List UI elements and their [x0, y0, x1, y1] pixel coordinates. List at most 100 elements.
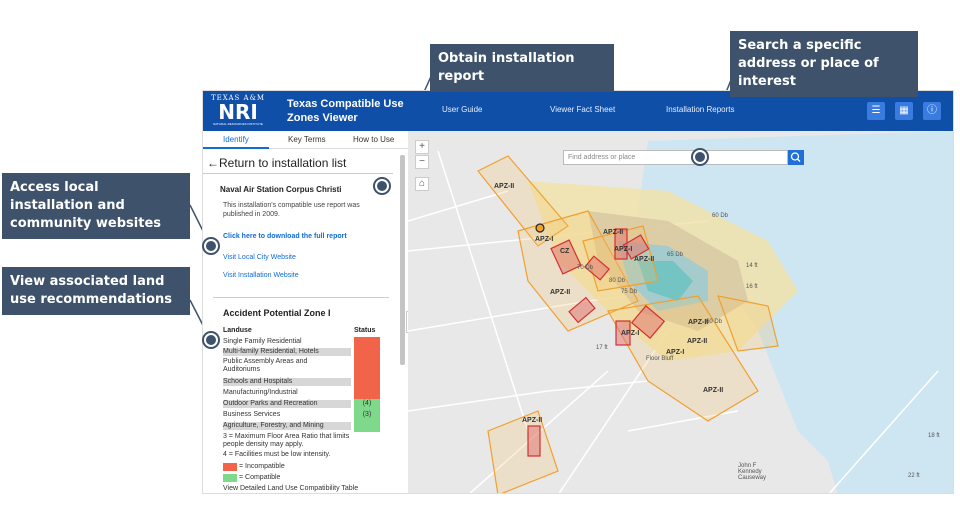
map-label-apz2: APZ-II: [687, 338, 708, 345]
landuse-name: Single Family Residential: [223, 338, 302, 345]
logo-main-text: NRI: [218, 100, 258, 124]
map-label-depth: 22 ft: [908, 473, 920, 479]
callout-obtain-report: Obtain installation report: [430, 44, 614, 92]
list-icon: ☰: [871, 105, 881, 116]
location-marker[interactable]: [535, 223, 545, 233]
landuse-status: [354, 347, 380, 357]
landuse-row: Public Assembly Areas and Auditoriums: [223, 357, 380, 377]
info-button[interactable]: ⓘ: [923, 102, 941, 120]
compatibility-table-link[interactable]: View Detailed Land Use Compatibility Tab…: [223, 485, 358, 492]
map-label-60db: 60 Db: [706, 319, 723, 325]
landuse-row: Outdoor Parks and Recreation (4): [223, 399, 380, 410]
grid-icon: ▦: [899, 105, 909, 116]
home-icon: ⌂: [418, 178, 426, 189]
map-label-75db: 75 Db: [621, 289, 638, 295]
home-button[interactable]: ⌂: [415, 177, 429, 191]
landuse-column-header: Landuse: [223, 327, 252, 334]
landuse-row: Agriculture, Forestry, and Mining: [223, 421, 380, 432]
landuse-status: (3): [354, 410, 380, 421]
incompatible-swatch: [223, 463, 237, 471]
landuse-status: [354, 357, 380, 377]
landuse-status: [354, 421, 380, 432]
callout-websites: Access local installation and community …: [2, 173, 190, 239]
landuse-status: [354, 377, 380, 388]
search-icon: [790, 152, 801, 162]
app-title: Texas Compatible Use Zones Viewer: [287, 98, 404, 124]
map-label-depth: 17 ft: [596, 345, 608, 351]
map-label-apz1: APZ-I: [614, 246, 633, 253]
map-label-causeway: John F Kennedy Causeway: [738, 463, 767, 481]
map-label-apz2: APZ-II: [603, 229, 624, 236]
callout-dot-search: [693, 150, 707, 164]
active-tab-indicator: [203, 147, 269, 149]
landuse-row: Business Services (3): [223, 410, 380, 421]
zoom-out-button[interactable]: −: [415, 155, 429, 169]
callout-dot-websites: [204, 239, 218, 253]
landuse-row: Single Family Residential: [223, 337, 380, 347]
panel-scrollbar[interactable]: [400, 155, 405, 365]
map-label-apz2: APZ-II: [688, 319, 709, 326]
compatible-label: = Compatible: [239, 474, 281, 481]
landuse-status: [354, 337, 380, 347]
landuse-status: [354, 388, 380, 399]
map-label-65db: 65 Db: [667, 252, 684, 258]
divider: [203, 173, 393, 174]
nav-installation-reports[interactable]: Installation Reports: [666, 105, 734, 114]
grid-button[interactable]: ▦: [895, 102, 913, 120]
map-label-depth: 16 ft: [746, 284, 758, 290]
map-label-floor-bluff: Floor Bluff: [646, 356, 674, 362]
nri-logo[interactable]: TEXAS A&M NRI NATURAL RESOURCES INSTITUT…: [209, 94, 267, 128]
callout-dot-landuse: [204, 333, 218, 347]
note-3: 3 = Maximum Floor Area Ratio that limits…: [223, 433, 350, 448]
map-label-70db: 70 Db: [577, 265, 594, 271]
divider: [213, 297, 389, 298]
map-label-apz2: APZ-II: [550, 289, 571, 296]
tab-key-terms[interactable]: Key Terms: [288, 135, 326, 144]
local-city-website-link[interactable]: Visit Local City Website: [223, 254, 296, 261]
installation-website-link[interactable]: Visit Installation Website: [223, 272, 299, 279]
callout-landuse: View associated land use recommendations: [2, 267, 190, 315]
app-header: TEXAS A&M NRI NATURAL RESOURCES INSTITUT…: [203, 91, 953, 131]
callout-dot-report: [375, 179, 389, 193]
map-label-apz1: APZ-I: [621, 330, 640, 337]
landuse-name: Multi-family Residential, Hotels: [223, 348, 351, 356]
download-report-link[interactable]: Click here to download the full report: [223, 233, 347, 240]
compatible-use-zones-app: TEXAS A&M NRI NATURAL RESOURCES INSTITUT…: [202, 90, 954, 494]
map-view[interactable]: + − ⌂ Find address or place APZ-II APZ-I…: [408, 131, 954, 494]
incompatible-label: = Incompatible: [239, 463, 285, 470]
list-button[interactable]: ☰: [867, 102, 885, 120]
tab-how-to-use[interactable]: How to Use: [353, 135, 394, 144]
nav-viewer-fact-sheet[interactable]: Viewer Fact Sheet: [550, 105, 615, 114]
nav-user-guide[interactable]: User Guide: [442, 105, 482, 114]
note-4: 4 = Facilities must be low intensity.: [223, 451, 331, 458]
map-label-80db: 80 Db: [609, 278, 626, 284]
landuse-name: Outdoor Parks and Recreation: [223, 400, 351, 408]
map-label-apz1: APZ-I: [535, 236, 554, 243]
tab-identify[interactable]: Identify: [223, 135, 249, 144]
landuse-name: Manufacturing/Industrial: [223, 389, 298, 396]
installation-name: Naval Air Station Corpus Christi: [220, 185, 342, 194]
map-canvas[interactable]: [408, 131, 954, 494]
landuse-row: Manufacturing/Industrial: [223, 388, 380, 399]
landuse-name: Agriculture, Forestry, and Mining: [223, 422, 351, 430]
status-column-header: Status: [354, 327, 376, 334]
installation-description: This installation's compatible use repor…: [223, 202, 360, 218]
return-to-installation-list[interactable]: ←Return to installation list: [207, 156, 346, 170]
map-label-60db: 60 Db: [712, 213, 729, 219]
compatible-swatch: [223, 474, 237, 482]
landuse-status: (4): [354, 399, 380, 410]
map-label-apz2: APZ-II: [494, 183, 515, 190]
callout-search: Search a specific address or place of in…: [730, 31, 918, 97]
map-label-apz1: APZ-I: [666, 349, 685, 356]
landuse-notes: 3 = Maximum Floor Area Ratio that limits…: [223, 433, 368, 459]
map-label-depth: 18 ft: [928, 433, 940, 439]
logo-sub-text: NATURAL RESOURCES INSTITUTE: [213, 122, 263, 126]
map-label-cz: CZ: [560, 248, 570, 255]
zone-title: Accident Potential Zone I: [223, 308, 331, 318]
search-input[interactable]: Find address or place: [563, 150, 788, 165]
zoom-in-button[interactable]: +: [415, 140, 429, 154]
map-label-depth: 14 ft: [746, 263, 758, 269]
map-label-apz2: APZ-II: [703, 387, 724, 394]
map-label-apz2: APZ-II: [634, 256, 655, 263]
search-button[interactable]: [788, 150, 804, 165]
